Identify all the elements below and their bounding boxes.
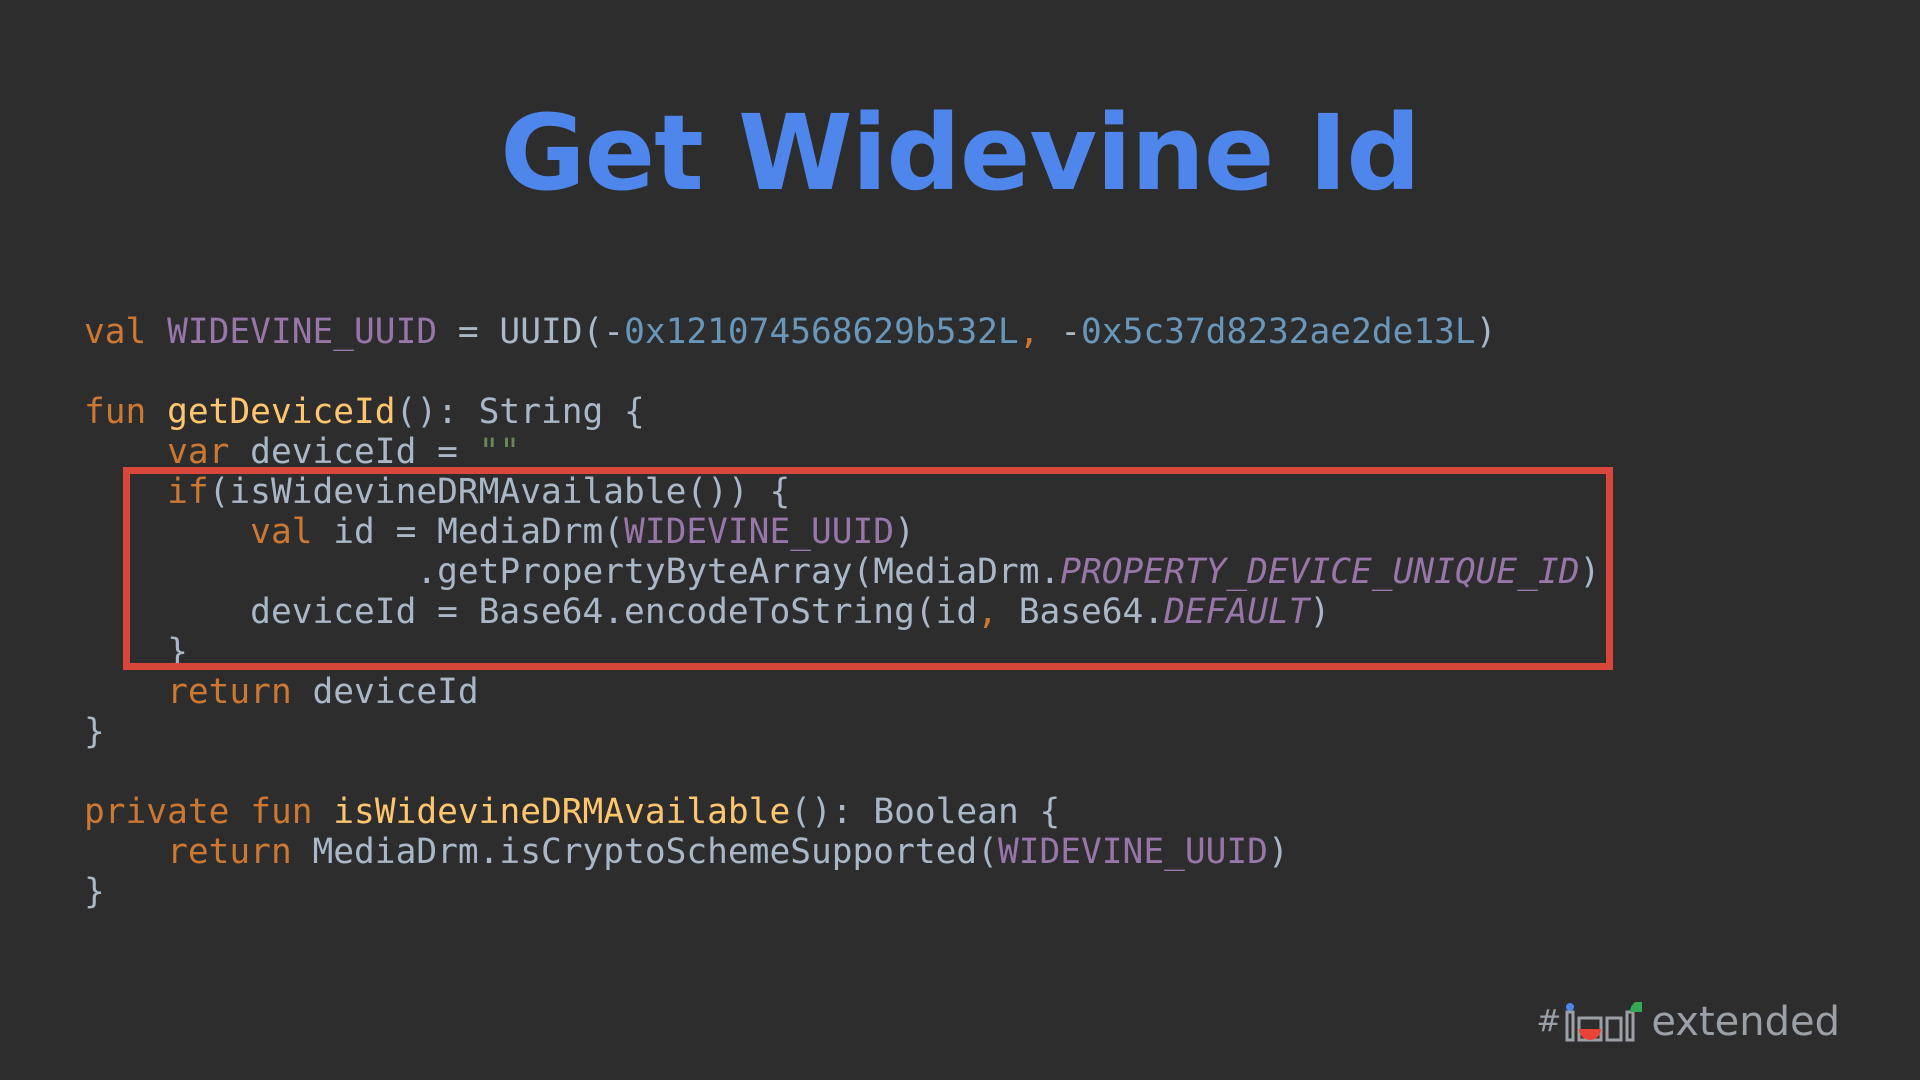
- code-text: }: [84, 872, 105, 912]
- code-text: (isWidevineDRMAvailable()) {: [208, 472, 791, 512]
- code-line-1: val WIDEVINE_UUID = UUID(-0x121074568629…: [84, 312, 1600, 352]
- code-line-15: }: [84, 872, 1600, 912]
- code-text: -: [1039, 312, 1082, 352]
- code-line-14: return MediaDrm.isCryptoSchemeSupported(…: [84, 832, 1600, 872]
- code-text: id = MediaDrm(: [312, 512, 625, 552]
- code-keyword: private: [84, 792, 230, 832]
- code-keyword: fun: [250, 792, 313, 832]
- code-constant: WIDEVINE_UUID: [167, 312, 438, 352]
- code-constant: WIDEVINE_UUID: [624, 512, 895, 552]
- io-extended-logo: # extended: [1536, 1002, 1840, 1042]
- code-keyword: var: [167, 432, 230, 472]
- code-line-4: var deviceId = "": [84, 432, 1600, 472]
- code-text: .getPropertyByteArray(MediaDrm.: [416, 552, 1061, 592]
- code-text: Base64.: [997, 592, 1165, 632]
- code-constant: WIDEVINE_UUID: [997, 832, 1268, 872]
- code-text: }: [84, 712, 105, 752]
- code-punct: ,: [1018, 312, 1040, 352]
- code-line-9: }: [84, 632, 1600, 672]
- code-text: ): [1475, 312, 1497, 352]
- code-text: (): Boolean {: [790, 792, 1061, 832]
- code-text: }: [167, 632, 188, 672]
- code-function-name: isWidevineDRMAvailable: [333, 792, 791, 832]
- code-block: val WIDEVINE_UUID = UUID(-0x121074568629…: [84, 312, 1600, 912]
- slide-title: Get Widevine Id: [500, 92, 1421, 214]
- code-constant: DEFAULT: [1164, 592, 1310, 632]
- code-keyword: val: [84, 312, 147, 352]
- code-line-5: if(isWidevineDRMAvailable()) {: [84, 472, 1600, 512]
- code-keyword: val: [250, 512, 313, 552]
- code-keyword: fun: [84, 392, 147, 432]
- code-keyword: return: [167, 672, 292, 712]
- code-keyword: return: [167, 832, 292, 872]
- logo-hash: #: [1536, 1004, 1562, 1039]
- code-line-13: private fun isWidevineDRMAvailable(): Bo…: [84, 792, 1600, 832]
- slide: Get Widevine Id val WIDEVINE_UUID = UUID…: [0, 0, 1920, 1080]
- logo-word: extended: [1651, 999, 1840, 1045]
- code-text: = UUID(-: [437, 312, 625, 352]
- code-string: "": [478, 432, 521, 472]
- code-line-7: .getPropertyByteArray(MediaDrm.PROPERTY_…: [84, 552, 1600, 592]
- code-line-6: val id = MediaDrm(WIDEVINE_UUID): [84, 512, 1600, 552]
- code-punct: ,: [977, 592, 998, 632]
- code-text: deviceId =: [229, 432, 479, 472]
- code-function-name: getDeviceId: [167, 392, 396, 432]
- code-number: 0x5c37d8232ae2de13L: [1081, 312, 1476, 352]
- code-text: ): [1309, 592, 1331, 632]
- code-constant: PROPERTY_DEVICE_UNIQUE_ID: [1060, 552, 1580, 592]
- code-keyword: if: [167, 472, 209, 512]
- code-line-8: deviceId = Base64.encodeToString(id, Bas…: [84, 592, 1600, 632]
- io-logo-icon: [1565, 1002, 1643, 1042]
- code-text: (): String {: [395, 392, 645, 432]
- code-text: ): [894, 512, 915, 552]
- code-line-3: fun getDeviceId(): String {: [84, 392, 1600, 432]
- code-text: deviceId = Base64.encodeToString(id: [250, 592, 978, 632]
- code-text: ): [1579, 552, 1601, 592]
- code-line-10: return deviceId: [84, 672, 1600, 712]
- code-text: MediaDrm.isCryptoSchemeSupported(: [291, 832, 998, 872]
- code-text: ): [1267, 832, 1289, 872]
- code-number: 0x121074568629b532L: [624, 312, 1019, 352]
- code-text: deviceId: [291, 672, 479, 712]
- code-line-11: }: [84, 712, 1600, 752]
